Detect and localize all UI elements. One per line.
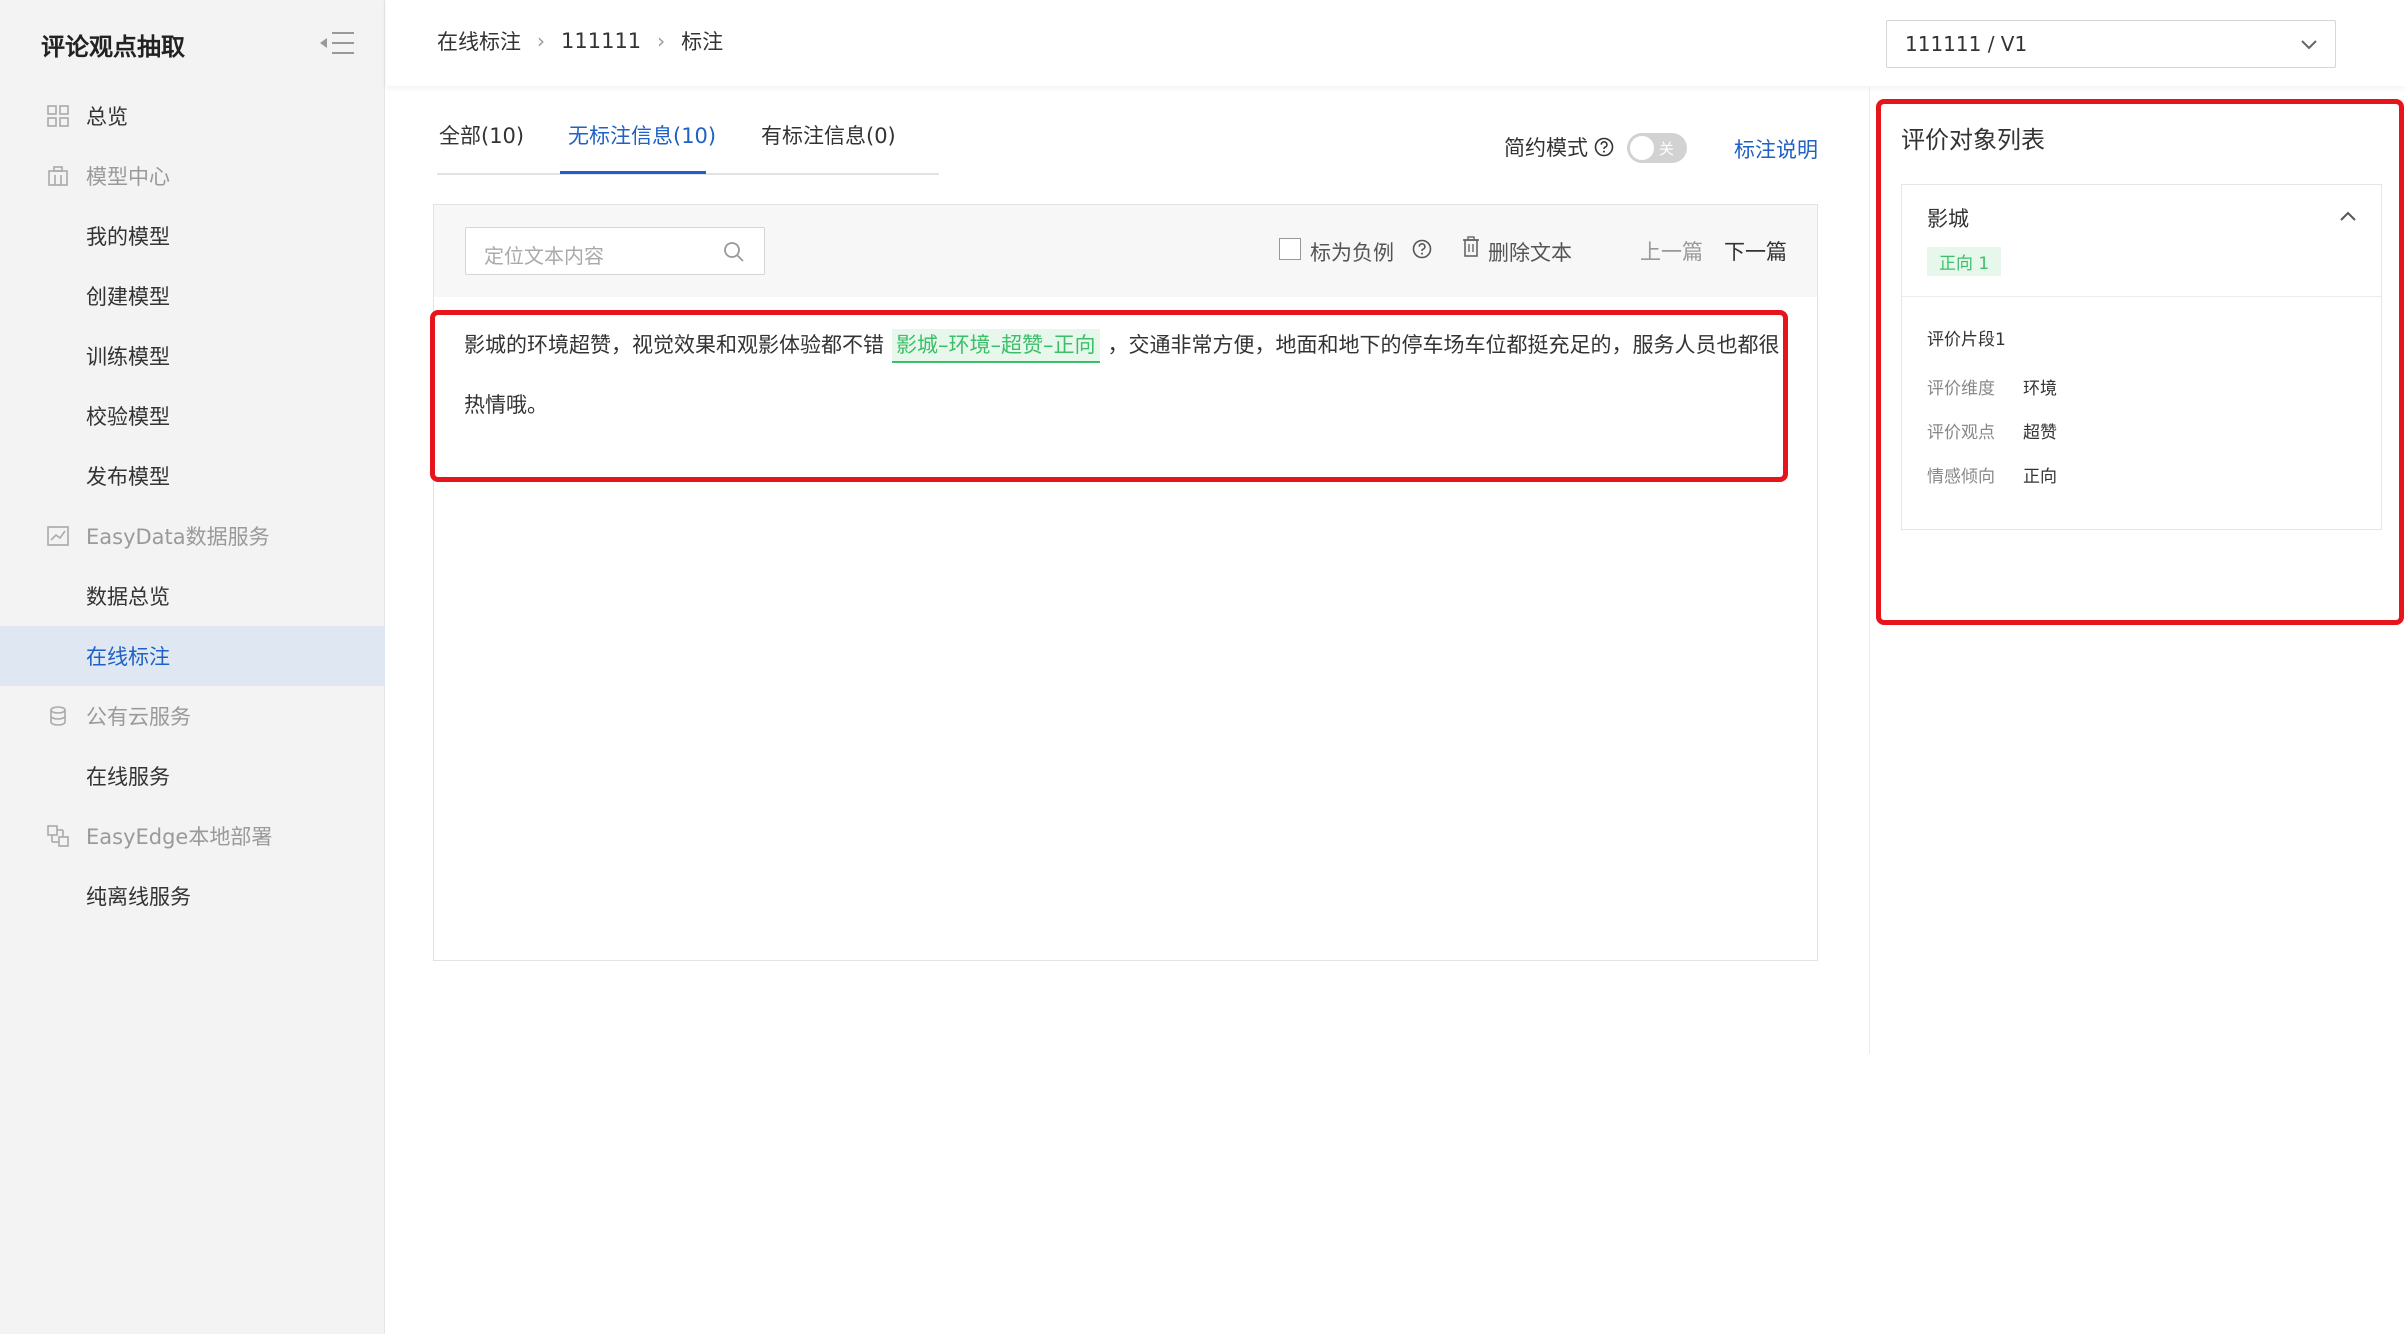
breadcrumb-item-current: 标注: [681, 30, 724, 54]
chart-icon: [47, 526, 69, 546]
breadcrumb: 在线标注 › 111111 › 标注: [437, 26, 723, 56]
segment-title: 评价片段1: [1927, 330, 2006, 350]
annotation-highlight[interactable]: 影城–环境–超赞–正向: [892, 329, 1100, 363]
object-name: 影城: [1927, 207, 1969, 231]
sidebar-item-online-service[interactable]: 在线服务: [0, 746, 385, 806]
text-segment: 影城的环境超赞，视觉效果和观影体验都不错: [464, 333, 884, 357]
sidebar-header: 评论观点抽取: [0, 0, 385, 86]
segment-row-dimension: 评价维度 环境: [1927, 374, 2057, 399]
sidebar-item-validate-model[interactable]: 校验模型: [0, 386, 385, 446]
sidebar-group-public-cloud[interactable]: 公有云服务: [0, 686, 385, 746]
sidebar-item-publish-model[interactable]: 发布模型: [0, 446, 385, 506]
sidebar-item-my-models[interactable]: 我的模型: [0, 206, 385, 266]
sidebar-item-label: 在线服务: [86, 765, 170, 789]
simple-mode-label: 简约模式: [1504, 132, 1614, 162]
panel-toolbar: 定位文本内容 标为负例 删除文本 上一篇 下一篇: [434, 205, 1817, 297]
active-tab-indicator: [560, 171, 706, 174]
database-icon: [50, 706, 66, 726]
delete-text-button[interactable]: 删除文本: [1488, 237, 1572, 267]
mark-negative-label[interactable]: 标为负例: [1310, 237, 1394, 267]
sidebar-group-model-center[interactable]: 模型中心: [0, 146, 385, 206]
simple-mode-text: 简约模式: [1504, 136, 1588, 160]
mark-negative-checkbox[interactable]: [1279, 238, 1301, 260]
tab-bar: 全部(10) 无标注信息(10) 有标注信息(0): [437, 100, 939, 175]
sidebar-group-easyedge[interactable]: EasyEdge本地部署: [0, 806, 385, 866]
breadcrumb-item-online-annotation[interactable]: 在线标注: [437, 26, 521, 56]
top-bar: 在线标注 › 111111 › 标注 111111 / V1: [386, 0, 2406, 86]
sidebar-nav: 总览 模型中心 我的模型 创建模型 训练模型 校验模型 发布模型 EasyDat…: [0, 86, 385, 926]
search-input[interactable]: 定位文本内容: [465, 227, 765, 275]
sidebar-group-easydata[interactable]: EasyData数据服务: [0, 506, 385, 566]
app: 评论观点抽取 总览 模型中心 我的模型 创建模型 训练模型 校验模型 发布模型 …: [0, 0, 2406, 1334]
divider: [1869, 86, 1870, 1054]
row-key: 评价维度: [1927, 379, 1995, 399]
sidebar-item-data-overview[interactable]: 数据总览: [0, 566, 385, 626]
chevron-right-icon: ›: [537, 29, 545, 53]
chevron-up-icon[interactable]: [2337, 205, 2359, 227]
annotation-panel: 定位文本内容 标为负例 删除文本 上一篇 下一篇 影城的环境超赞，视觉效果和观影…: [433, 204, 1818, 961]
sidebar-item-label: 在线标注: [86, 645, 170, 669]
sidebar-item-overview[interactable]: 总览: [0, 86, 385, 146]
search-icon[interactable]: [722, 240, 746, 264]
trash-icon[interactable]: [1461, 236, 1481, 258]
simple-mode-toggle[interactable]: 关: [1627, 133, 1687, 163]
chevron-down-icon: [2301, 40, 2317, 50]
collapse-menu-icon[interactable]: [318, 28, 356, 58]
sidebar-item-offline-service[interactable]: 纯离线服务: [0, 866, 385, 926]
tab-all[interactable]: 全部(10): [439, 120, 524, 150]
sentiment-badge: 正向 1: [1927, 247, 2002, 276]
chevron-right-icon: ›: [657, 29, 666, 53]
help-icon[interactable]: [1412, 239, 1432, 259]
sidebar-item-label: 总览: [86, 105, 128, 129]
app-title: 评论观点抽取: [41, 33, 185, 61]
breadcrumb-item-dataset[interactable]: 111111: [561, 29, 641, 53]
sidebar-item-label: 公有云服务: [86, 705, 191, 729]
sidebar-item-label: 数据总览: [86, 585, 170, 609]
toggle-label: 关: [1659, 140, 1675, 158]
previous-button[interactable]: 上一篇: [1640, 236, 1703, 266]
segment-row-opinion: 评价观点 超赞: [1927, 418, 2057, 443]
next-button[interactable]: 下一篇: [1724, 236, 1787, 266]
toggle-knob: [1630, 136, 1654, 160]
sidebar-item-label: 创建模型: [86, 285, 170, 309]
segment-row-sentiment: 情感倾向 正向: [1927, 462, 2057, 487]
grid-icon: [47, 105, 69, 127]
sidebar-item-label: 纯离线服务: [86, 885, 191, 909]
deploy-icon: [47, 825, 69, 847]
tab-annotated[interactable]: 有标注信息(0): [761, 120, 896, 150]
sidebar-item-create-model[interactable]: 创建模型: [0, 266, 385, 326]
row-key: 情感倾向: [1927, 467, 1995, 487]
help-icon[interactable]: [1594, 137, 1614, 157]
sidebar-item-label: EasyEdge本地部署: [86, 825, 273, 849]
sidebar-item-label: 校验模型: [86, 405, 170, 429]
object-list-title: 评价对象列表: [1901, 126, 2045, 154]
building-icon: [48, 166, 68, 186]
sidebar-item-label: 训练模型: [86, 345, 170, 369]
annotation-guide-link[interactable]: 标注说明: [1734, 134, 1818, 164]
row-value: 超赞: [2023, 423, 2057, 443]
sidebar-item-train-model[interactable]: 训练模型: [0, 326, 385, 386]
sidebar-item-label: EasyData数据服务: [86, 525, 270, 549]
sidebar-item-label: 我的模型: [86, 225, 170, 249]
version-select[interactable]: 111111 / V1: [1886, 20, 2336, 68]
sidebar-item-label: 模型中心: [86, 165, 170, 189]
sidebar-item-label: 发布模型: [86, 465, 170, 489]
row-value: 正向: [2023, 467, 2057, 487]
sidebar: 评论观点抽取 总览 模型中心 我的模型 创建模型 训练模型 校验模型 发布模型 …: [0, 0, 385, 1334]
tab-unannotated[interactable]: 无标注信息(10): [568, 120, 716, 150]
annotation-text[interactable]: 影城的环境超赞，视觉效果和观影体验都不错 影城–环境–超赞–正向 ，交通非常方便，地…: [464, 315, 1794, 435]
object-card: 影城 正向 1 评价片段1 评价维度 环境 评价观点 超赞 情感倾向 正向: [1901, 184, 2382, 530]
sidebar-item-online-annotation[interactable]: 在线标注: [0, 626, 385, 686]
row-value: 环境: [2023, 379, 2057, 399]
version-select-value: 111111 / V1: [1905, 32, 2028, 56]
object-card-header[interactable]: 影城 正向 1: [1902, 185, 2381, 297]
row-key: 评价观点: [1927, 423, 1995, 443]
search-placeholder: 定位文本内容: [484, 244, 604, 268]
